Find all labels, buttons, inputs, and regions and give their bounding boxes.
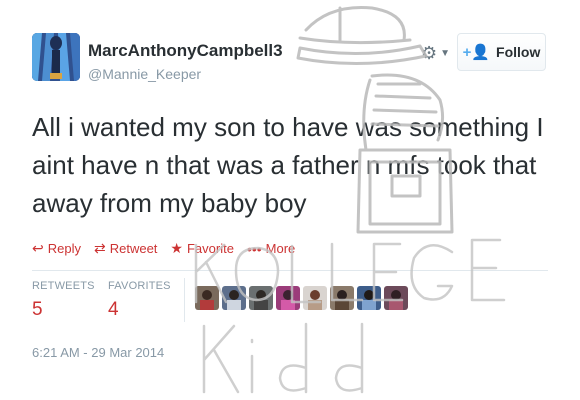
favorites-stat[interactable]: FAVORITES 4 [108,280,171,321]
favorite-label: Favorite [186,241,234,256]
author-avatar[interactable] [32,33,80,81]
retweet-button[interactable]: ⇄ Retweet [94,240,157,257]
retweets-label: RETWEETS [32,280,95,292]
favoriter-avatar[interactable] [330,286,354,310]
favoriters-avatars [195,286,408,310]
tweet-timestamp[interactable]: 6:21 AM - 29 Mar 2014 [32,345,164,360]
divider [32,270,548,271]
author-display-name[interactable]: MarcAnthonyCampbell3 [88,41,283,61]
star-icon: ★ [170,240,183,256]
more-button[interactable]: ••• More [247,240,295,257]
favoriter-avatar[interactable] [384,286,408,310]
favorite-button[interactable]: ★ Favorite [170,240,234,257]
reply-button[interactable]: ↩ Reply [32,240,81,257]
favoriter-avatar[interactable] [249,286,273,310]
favorites-count: 4 [108,299,119,320]
stats-separator [184,278,185,322]
retweets-count: 5 [32,299,43,320]
more-dots-icon: ••• [246,240,262,257]
settings-menu-button[interactable]: ⚙ ▼ [421,42,451,64]
tweet-text: All i wanted my son to have was somethin… [32,112,544,218]
favorites-label: FAVORITES [108,280,171,292]
reply-label: Reply [47,241,81,256]
tweet-actions: ↩ Reply ⇄ Retweet ★ Favorite ••• More [32,240,295,257]
retweet-icon: ⇄ [93,240,106,256]
retweets-stat[interactable]: RETWEETS 5 [32,280,95,321]
follow-label: Follow [496,44,541,60]
reply-icon: ↩ [32,240,44,256]
retweet-label: Retweet [109,241,158,256]
favoriter-avatar[interactable] [303,286,327,310]
favoriter-avatar[interactable] [195,286,219,310]
favoriter-avatar[interactable] [276,286,300,310]
more-label: More [265,241,296,256]
add-user-icon: +👤 [462,44,491,61]
chevron-down-icon: ▼ [440,47,451,59]
favoriter-avatar[interactable] [357,286,381,310]
favoriter-avatar[interactable] [222,286,246,310]
gear-icon: ⚙ [421,42,438,63]
author-handle[interactable]: @Mannie_Keeper [88,66,201,82]
follow-button[interactable]: +👤 Follow [457,33,546,71]
